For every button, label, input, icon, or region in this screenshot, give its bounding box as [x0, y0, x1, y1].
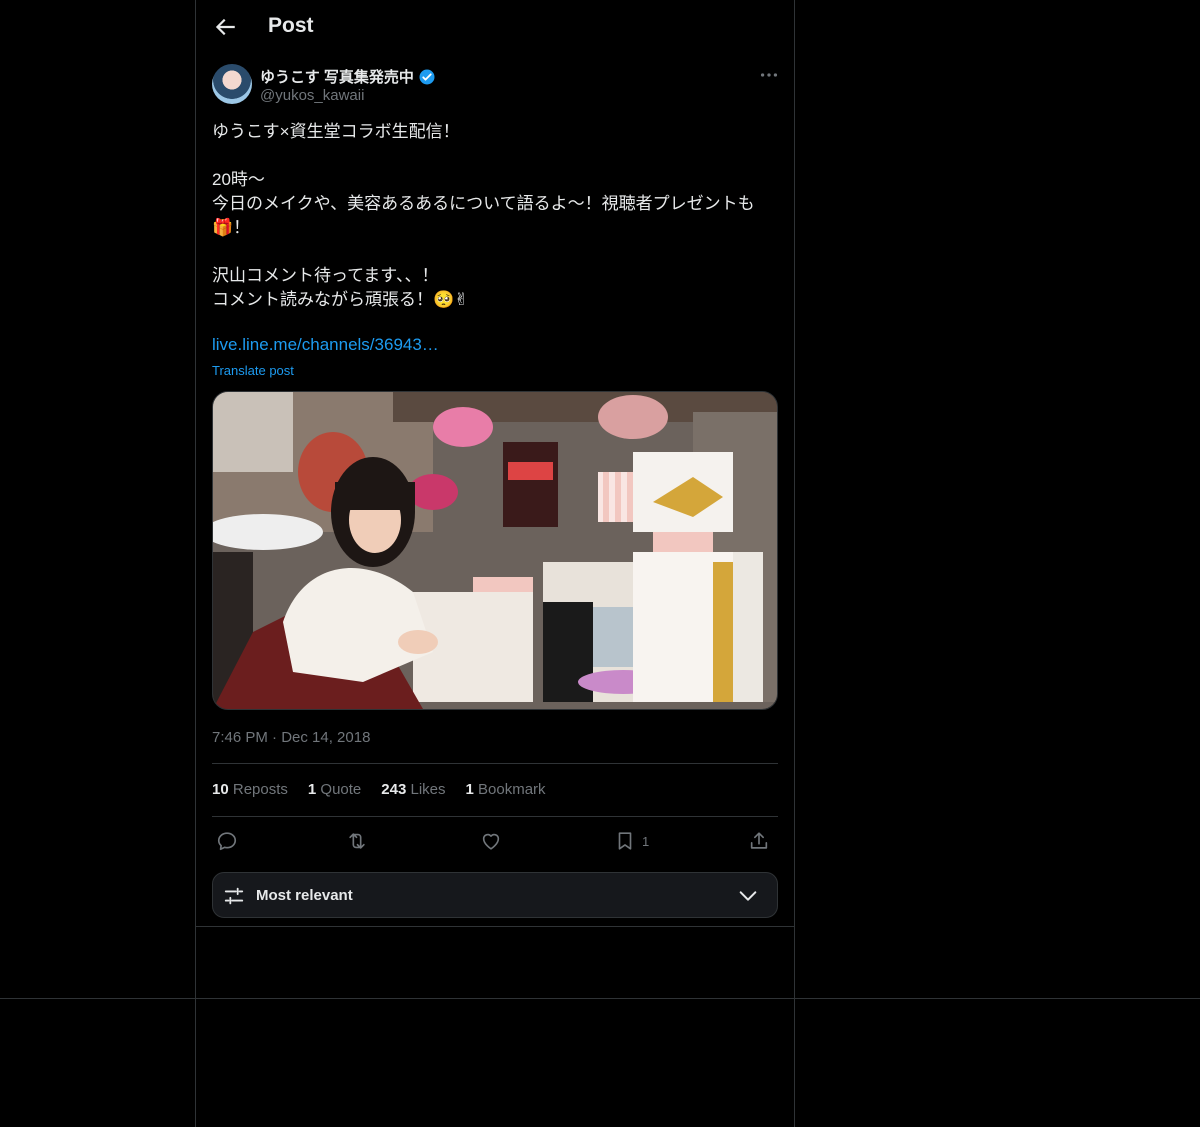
chevron-down-icon [739, 891, 757, 901]
author-display-name[interactable]: ゆうこす 写真集発売中 [260, 66, 414, 87]
author-name-row[interactable]: ゆうこす 写真集発売中 [260, 66, 436, 87]
main-column: Post ゆうこす 写真集発売中 @yukos_kawaii ゆうこす×資生堂コ… [195, 0, 795, 1127]
bookmark-icon [618, 832, 632, 850]
reposts-stat[interactable]: 10 Reposts [212, 781, 288, 798]
page-title: Post [268, 14, 314, 37]
divider [212, 763, 778, 764]
divider [212, 816, 778, 817]
avatar[interactable] [212, 64, 252, 104]
share-button[interactable] [748, 828, 770, 854]
reply-button[interactable] [216, 828, 238, 854]
bookmark-count: 1 [642, 833, 650, 849]
bookmarks-stat[interactable]: 1 Bookmark [466, 781, 546, 798]
share-icon [750, 832, 768, 849]
reply-icon [217, 832, 237, 851]
translate-post-link[interactable]: Translate post [212, 363, 294, 378]
photo-illustration [213, 392, 777, 709]
verified-badge-icon [419, 69, 435, 84]
post-image[interactable] [212, 391, 778, 710]
back-arrow-icon[interactable] [212, 14, 238, 40]
post-link[interactable]: live.line.me/channels/36943… [212, 335, 439, 355]
sort-replies-dropdown[interactable]: Most relevant [212, 872, 778, 918]
sort-label: Most relevant [256, 887, 353, 904]
like-button[interactable] [480, 828, 502, 854]
author-handle[interactable]: @yukos_kawaii [260, 87, 364, 104]
engagement-stats: 10 Reposts 1 Quote 243 Likes 1 Bookmark [212, 781, 546, 798]
divider [196, 926, 794, 927]
repost-button[interactable] [346, 828, 368, 854]
sliders-icon [224, 887, 244, 905]
post-timestamp[interactable]: 7:46 PM · Dec 14, 2018 [212, 729, 370, 746]
quotes-stat[interactable]: 1 Quote [308, 781, 361, 798]
like-icon [482, 833, 500, 850]
bottom-divider [0, 998, 1200, 999]
more-icon[interactable] [758, 64, 780, 86]
likes-stat[interactable]: 243 Likes [381, 781, 445, 798]
action-bar: 1 [212, 828, 778, 856]
bookmark-button[interactable]: 1 [614, 828, 649, 854]
repost-icon [349, 833, 365, 849]
post-text: ゆうこす×資生堂コラボ生配信！ 20時〜 今日のメイクや、美容あるあるについて語… [212, 122, 755, 309]
page-header: Post [196, 0, 794, 54]
